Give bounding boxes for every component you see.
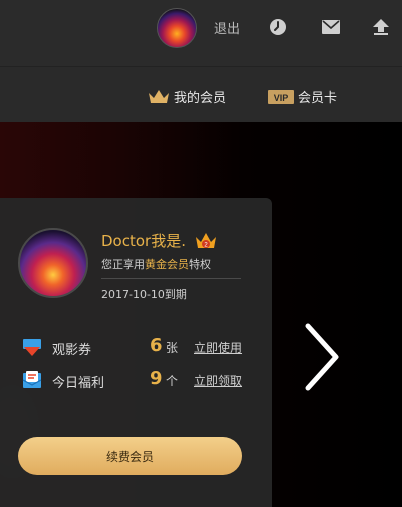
nav-member-card-label: 会员卡 bbox=[298, 91, 338, 106]
privilege-text: 您正享用黄金会员特权 bbox=[101, 256, 211, 272]
privilege-suffix: 特权 bbox=[189, 258, 211, 271]
profile-avatar bbox=[18, 228, 88, 298]
top-bar: 退出 bbox=[0, 0, 402, 66]
nav-my-membership-label: 我的会员 bbox=[174, 91, 227, 106]
nav-member-card[interactable]: VIP 会员卡 bbox=[268, 87, 337, 106]
crown-level-icon: 2 bbox=[195, 232, 216, 248]
profile-name: Doctor我是. bbox=[101, 232, 186, 250]
privilege-tier: 黄金会员 bbox=[145, 258, 189, 271]
benefit-row-tickets: 观影券 6 张 立即使用 bbox=[22, 335, 262, 358]
benefit-label: 今日福利 bbox=[52, 376, 105, 391]
ticket-icon bbox=[23, 339, 41, 356]
clock-icon[interactable] bbox=[268, 17, 288, 37]
svg-text:VIP: VIP bbox=[274, 93, 289, 103]
nav-bar: 我的会员 VIP 会员卡 bbox=[0, 66, 402, 122]
benefit-label: 观影券 bbox=[52, 343, 92, 358]
benefit-count: 6 bbox=[150, 335, 163, 356]
privilege-prefix: 您正享用 bbox=[101, 258, 145, 271]
crown-icon bbox=[149, 89, 169, 103]
nav-my-membership[interactable]: 我的会员 bbox=[148, 87, 226, 106]
benefit-count: 9 bbox=[150, 368, 163, 389]
renew-membership-button[interactable]: 续费会员 bbox=[18, 437, 242, 475]
next-arrow-icon[interactable] bbox=[300, 322, 344, 392]
profile-name-row: Doctor我是. 2 bbox=[101, 230, 218, 251]
use-now-link[interactable]: 立即使用 bbox=[194, 339, 242, 356]
logout-link[interactable]: 退出 bbox=[214, 18, 240, 37]
mail-icon[interactable] bbox=[321, 17, 341, 37]
divider bbox=[101, 278, 241, 279]
expire-date: 2017-10-10到期 bbox=[101, 288, 187, 301]
user-avatar[interactable] bbox=[157, 8, 197, 48]
benefit-unit: 张 bbox=[166, 341, 179, 355]
claim-now-link[interactable]: 立即领取 bbox=[194, 372, 242, 389]
vip-card-icon: VIP bbox=[268, 89, 294, 104]
gift-mail-icon bbox=[22, 371, 42, 388]
member-card-panel: Doctor我是. 2 您正享用黄金会员特权 2017-10-10到期 观影券 … bbox=[0, 198, 272, 507]
upload-icon[interactable] bbox=[371, 17, 391, 37]
benefit-unit: 个 bbox=[166, 374, 179, 388]
benefit-row-daily: 今日福利 9 个 立即领取 bbox=[22, 368, 262, 391]
